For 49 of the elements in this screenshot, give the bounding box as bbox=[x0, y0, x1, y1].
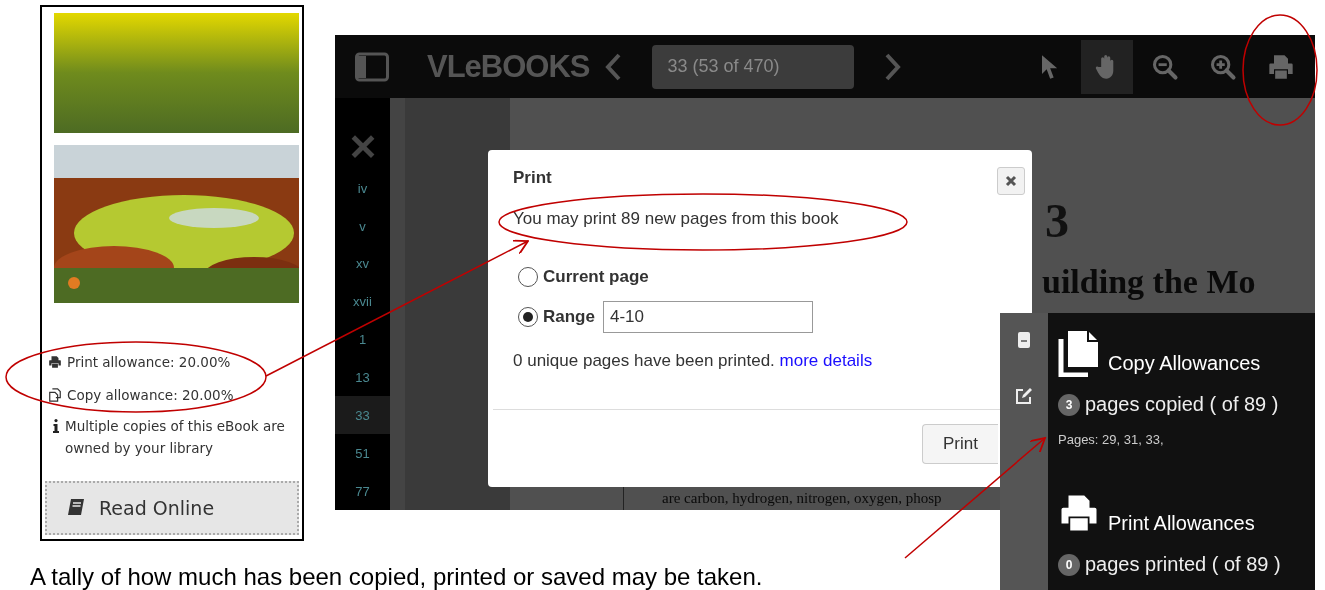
page-thumbnail[interactable]: 1 bbox=[335, 320, 390, 359]
printer-icon bbox=[1267, 52, 1295, 81]
copy-icon bbox=[1058, 329, 1100, 377]
count-text: pages copied ( of 89 ) bbox=[1085, 393, 1279, 416]
section-title: Print Allowances bbox=[1108, 512, 1255, 535]
page-thumbnail[interactable]: 33 bbox=[335, 396, 390, 435]
info-icon bbox=[53, 419, 59, 433]
allowance-text: Print allowance: 20.00% bbox=[67, 353, 231, 370]
radio-button[interactable] bbox=[518, 267, 538, 287]
page-thumbnail[interactable]: 77 bbox=[335, 472, 390, 510]
logo: VLeBOOKS bbox=[427, 48, 590, 85]
page-field[interactable]: 33 (53 of 470) bbox=[651, 44, 854, 89]
page-thumbnail[interactable]: 51 bbox=[335, 434, 390, 473]
chapter-heading: uilding the Mo bbox=[1042, 263, 1256, 301]
close-icon[interactable] bbox=[349, 134, 376, 160]
page-thumbnail[interactable]: 13 bbox=[335, 358, 390, 397]
chapter-number: 3 bbox=[1045, 193, 1069, 248]
printer-icon bbox=[48, 354, 62, 369]
pan-tool-button[interactable] bbox=[1081, 39, 1133, 94]
zoom-out-icon bbox=[1151, 52, 1179, 81]
sidebar-toggle-icon[interactable] bbox=[355, 51, 389, 82]
next-icon[interactable] bbox=[883, 52, 902, 81]
close-icon bbox=[1005, 175, 1017, 187]
page-thumbnail[interactable]: xv bbox=[335, 244, 390, 283]
page-thumbnail[interactable]: xvii bbox=[335, 282, 390, 321]
previous-icon[interactable] bbox=[603, 52, 622, 81]
print-message: You may print 89 new pages from this book bbox=[513, 209, 840, 229]
dialog-title: Print bbox=[513, 168, 552, 188]
close-button[interactable] bbox=[997, 167, 1025, 195]
option-label: Range bbox=[543, 307, 595, 327]
print-button[interactable]: Print bbox=[922, 424, 998, 464]
copy-icon bbox=[48, 387, 62, 402]
allowance-text: Copy allowance: 20.00% bbox=[67, 386, 234, 403]
radio-button[interactable] bbox=[518, 307, 538, 327]
option-label: Current page bbox=[543, 267, 649, 287]
count-text: pages printed ( of 89 ) bbox=[1085, 553, 1281, 576]
count-badge: 3 bbox=[1058, 393, 1080, 416]
caption: A tally of how much has been copied, printed or saved may be taken. bbox=[30, 563, 763, 590]
page-thumbnail[interactable]: v bbox=[335, 207, 390, 245]
edit-icon[interactable] bbox=[1015, 387, 1033, 405]
section-title: Copy Allowances bbox=[1108, 352, 1261, 375]
page-thumbnail[interactable]: iv bbox=[335, 169, 390, 208]
read-online-button[interactable]: Read Online bbox=[45, 481, 299, 535]
zoom-in-icon bbox=[1209, 52, 1237, 81]
more-details-link[interactable]: more details bbox=[779, 351, 873, 370]
info-text: Multiple copies of this eBook are owned by your library bbox=[65, 417, 286, 458]
pages-list: Pages: 29, 31, 33, bbox=[1058, 432, 1315, 447]
count-badge: 0 bbox=[1058, 553, 1080, 576]
range-field[interactable]: 4-10 bbox=[602, 301, 813, 333]
